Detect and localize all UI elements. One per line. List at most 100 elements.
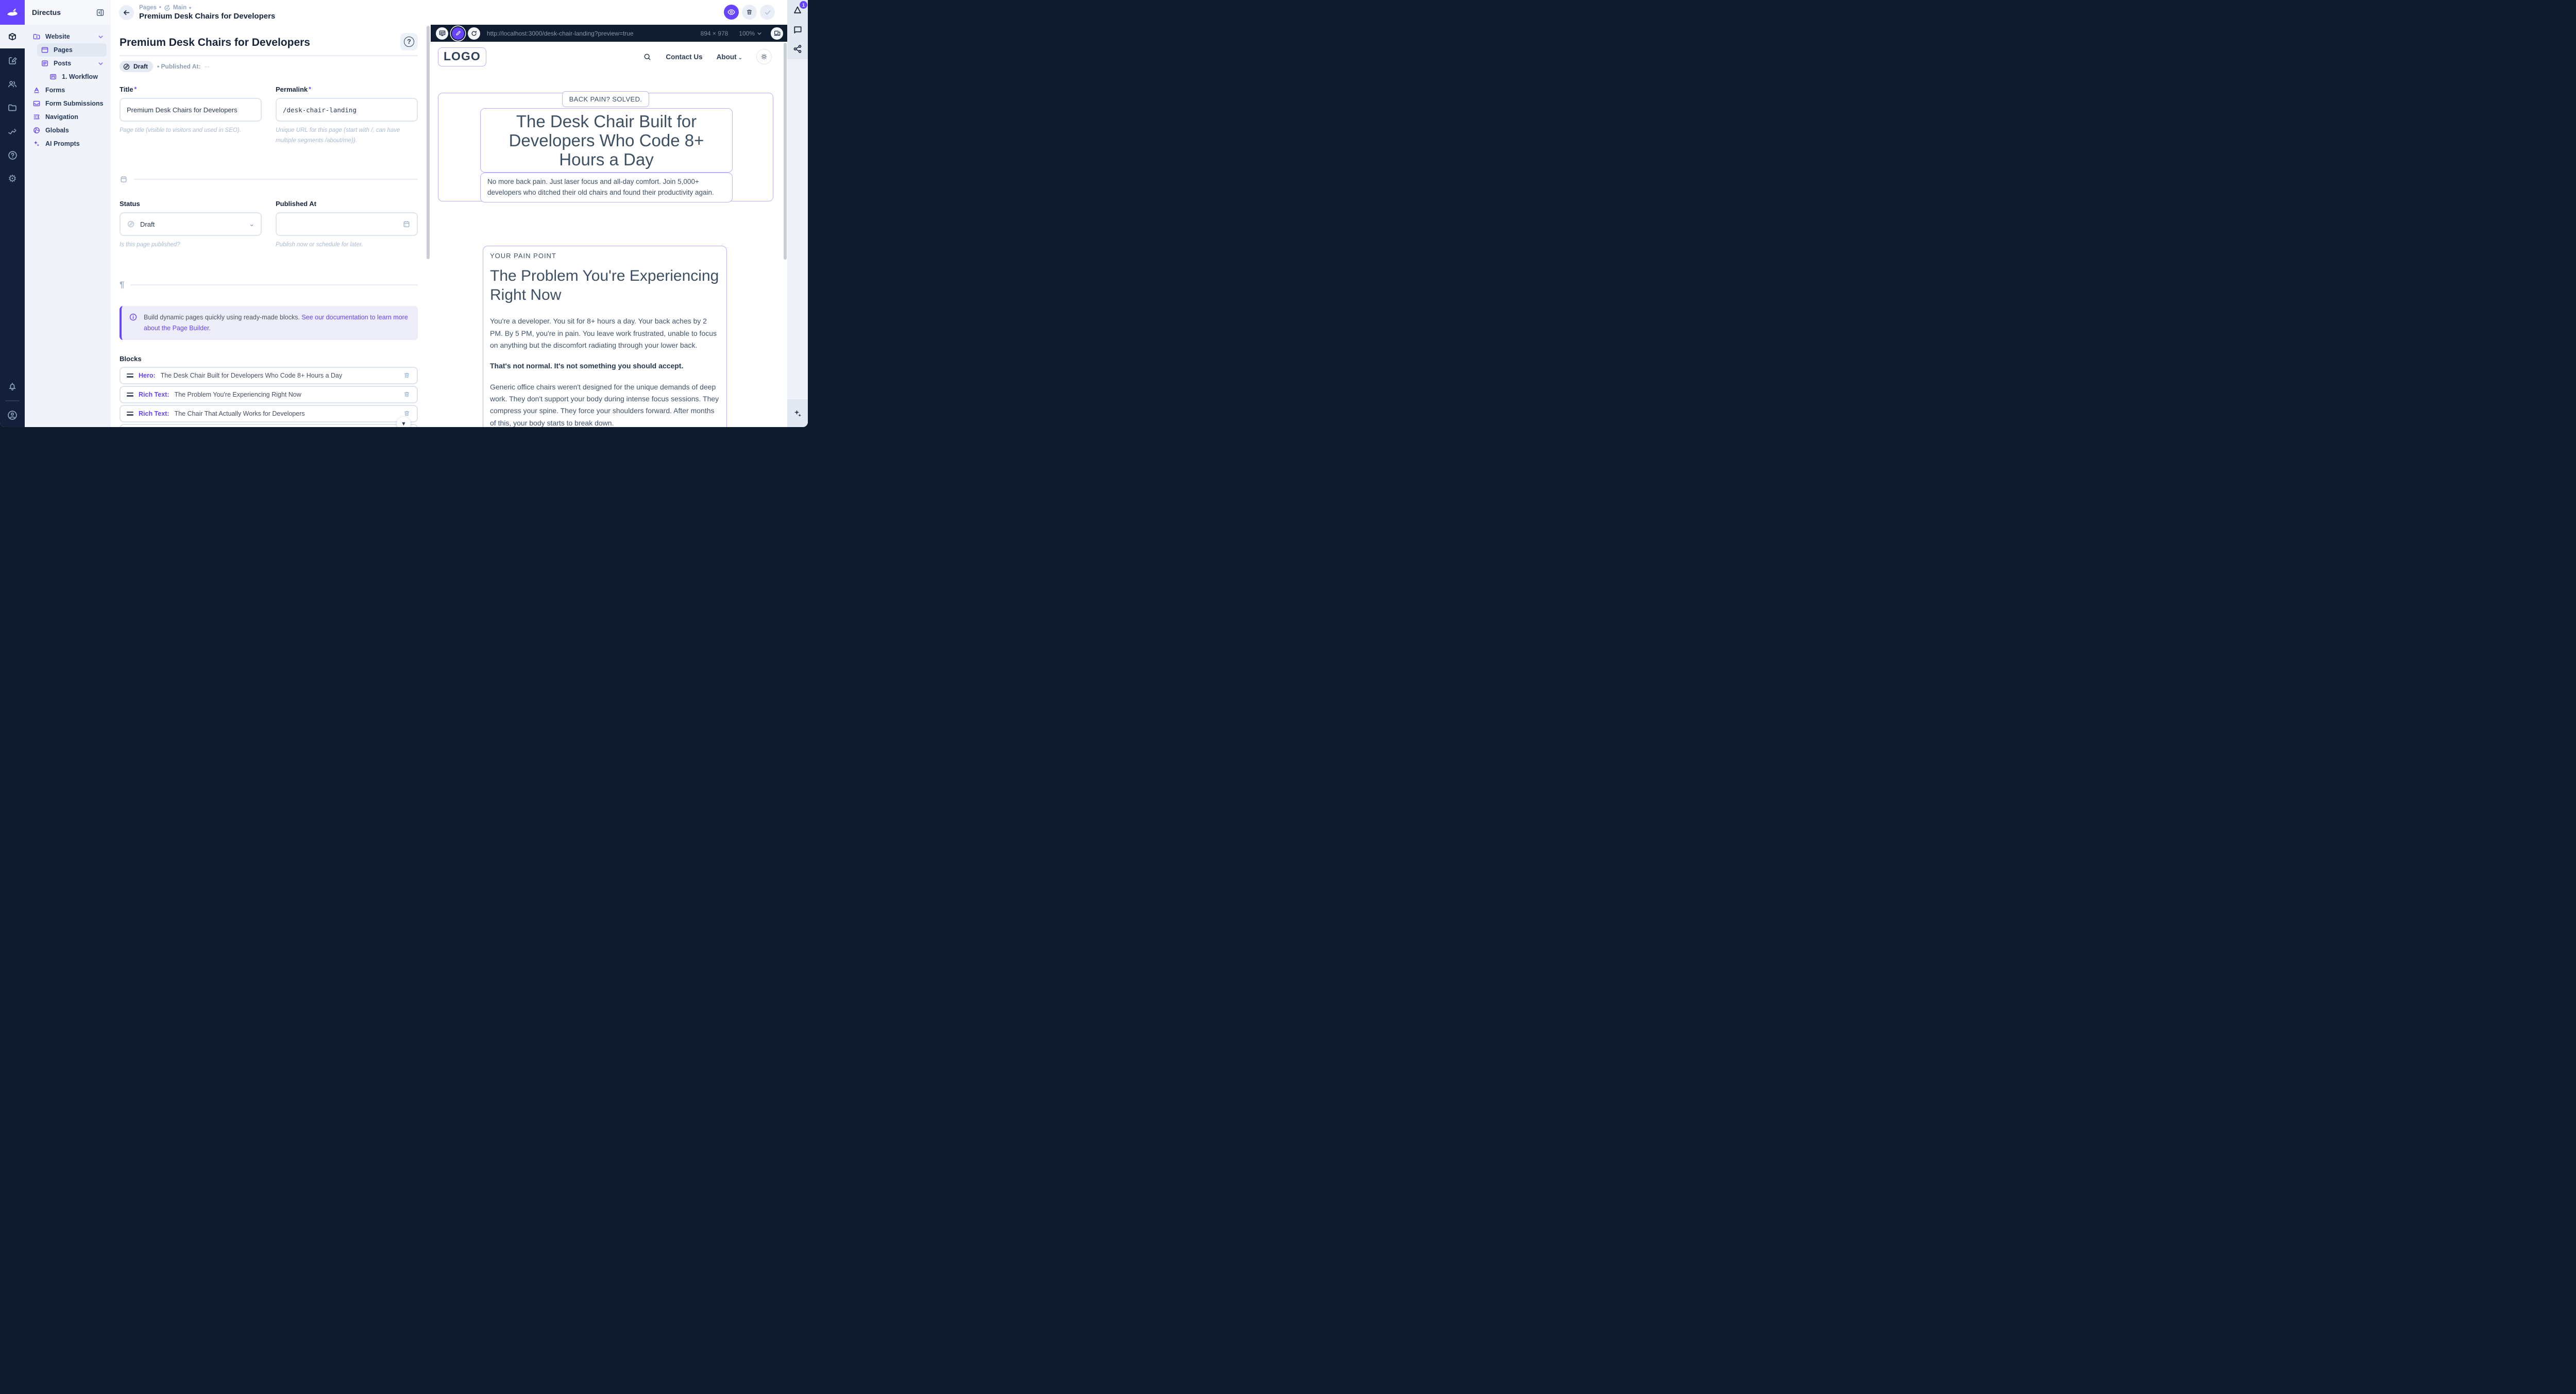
notifications-button[interactable]: 1 [792, 4, 803, 15]
project-name: Directus [32, 8, 96, 16]
title-input[interactable]: Premium Desk Chairs for Developers [120, 98, 262, 122]
status-field-group: Status Draft ⌄ Is this page published? [120, 200, 262, 250]
check-icon [764, 8, 772, 16]
help-button[interactable]: ? [400, 33, 418, 50]
site-scrollbar[interactable] [784, 43, 787, 260]
sidebar-icon-group: 1 [787, 0, 808, 59]
status-chip[interactable]: Draft [120, 61, 153, 72]
module-bar-spacer [0, 191, 25, 375]
comment-bubble-icon [792, 24, 803, 35]
responsive-toggle-button[interactable] [771, 27, 783, 40]
hero-eyebrow[interactable]: BACK PAIN? SOLVED. [562, 91, 650, 107]
module-editor[interactable] [0, 48, 25, 72]
display-settings-button[interactable] [436, 27, 448, 40]
nav-item-ai-prompts[interactable]: AI Prompts [29, 137, 107, 150]
trash-icon[interactable] [403, 410, 411, 417]
breadcrumb-separator: • [159, 5, 161, 11]
trash-icon[interactable] [403, 390, 411, 398]
edit-mode-button[interactable] [452, 27, 464, 40]
ai-assistant-button[interactable] [787, 399, 808, 427]
section-bold-line: That's not normal. It's not something yo… [490, 360, 720, 372]
permalink-input[interactable]: /desk-chair-landing [276, 98, 418, 122]
site-nav-contact[interactable]: Contact Us [666, 53, 702, 61]
inbox-icon [32, 99, 41, 108]
save-button[interactable] [760, 5, 775, 20]
gear-icon: ⚙ [8, 174, 16, 184]
site-nav-about[interactable]: About⌄ [717, 53, 742, 61]
hero-subtext[interactable]: No more back pain. Just laser focus and … [480, 173, 733, 202]
nav-item-globals[interactable]: Globals [29, 124, 107, 137]
problem-section[interactable]: YOUR PAIN POINT The Problem You're Exper… [483, 246, 727, 427]
chevron-down-icon[interactable] [98, 34, 104, 40]
chevron-down-icon[interactable] [98, 61, 104, 66]
back-button[interactable] [119, 5, 134, 20]
share-button[interactable] [792, 44, 803, 54]
scroll-down-button[interactable]: ▼ [397, 417, 411, 427]
nav-item-label: AI Prompts [45, 140, 80, 147]
status-select[interactable]: Draft ⌄ [120, 212, 262, 236]
breadcrumb-branch[interactable]: Main [173, 5, 187, 11]
calendar-icon[interactable] [402, 220, 411, 228]
directus-logo[interactable] [0, 0, 25, 25]
nav-item-pages[interactable]: Pages [37, 43, 107, 57]
page-header: Pages • Main ▾ Premium Desk Chairs for D… [111, 0, 787, 25]
module-files[interactable] [0, 96, 25, 120]
calendar-icon [120, 175, 128, 183]
notifications-bell[interactable] [0, 375, 25, 398]
refresh-button[interactable] [468, 27, 480, 40]
title-helper: Page title (visible to visitors and used… [120, 125, 262, 135]
drag-handle-icon[interactable] [127, 412, 133, 416]
published-at-input[interactable] [276, 212, 418, 236]
blocks-list: Hero: The Desk Chair Built for Developer… [120, 367, 418, 427]
zoom-select[interactable]: 100% [739, 30, 762, 37]
trash-icon [745, 8, 753, 16]
preview-url[interactable]: http://localhost:3000/desk-chair-landing… [487, 30, 697, 37]
nav-item-navigation[interactable]: Navigation [29, 110, 107, 124]
nav-item-website[interactable]: Website [29, 30, 107, 43]
user-avatar[interactable] [0, 403, 25, 427]
divider-line [134, 179, 418, 180]
drag-handle-icon[interactable] [127, 393, 133, 397]
search-icon[interactable] [643, 53, 652, 61]
module-content[interactable] [0, 25, 25, 48]
site-logo[interactable]: LOGO [438, 47, 486, 66]
module-users[interactable] [0, 72, 25, 96]
avatar-icon [7, 410, 18, 421]
delete-button[interactable] [742, 5, 757, 20]
theme-toggle-button[interactable] [756, 49, 772, 64]
trash-icon[interactable] [403, 371, 411, 379]
content-box-icon [7, 31, 18, 42]
title-label: Title* [120, 86, 262, 94]
nav-item-label: Navigation [45, 113, 78, 121]
caret-down-icon[interactable]: ▾ [189, 6, 191, 10]
block-title: The Desk Chair Built for Developers Who … [161, 372, 343, 379]
site-nav: Contact Us About⌄ [643, 49, 772, 64]
hero-section[interactable]: BACK PAIN? SOLVED. The Desk Chair Built … [438, 93, 773, 201]
module-settings[interactable]: ⚙ [0, 167, 25, 191]
drag-handle-icon[interactable] [127, 373, 133, 378]
draft-circle-icon [127, 220, 135, 228]
form-scrollbar[interactable] [427, 26, 430, 259]
breadcrumb-collection[interactable]: Pages [139, 5, 157, 11]
status-select-value: Draft [140, 220, 155, 228]
eye-icon [727, 8, 736, 16]
nav-item-form-submissions[interactable]: Form Submissions [29, 97, 107, 110]
block-row[interactable]: Hero: The Desk Chair Built for Developer… [120, 367, 418, 384]
preview-toggle-button[interactable] [724, 5, 739, 20]
hero-headline[interactable]: The Desk Chair Built for Developers Who … [480, 108, 733, 173]
block-row[interactable]: Rich Text: The Chair That Actually Works… [120, 405, 418, 422]
status-chip-label: Draft [133, 63, 148, 70]
refresh-icon [470, 30, 478, 37]
block-type: Rich Text: [139, 410, 170, 417]
collapse-sidebar-icon[interactable] [96, 8, 105, 17]
block-row[interactable]: Rich Text: What Developers Say [120, 424, 418, 427]
block-row[interactable]: Rich Text: The Problem You're Experienci… [120, 386, 418, 403]
page-title: Premium Desk Chairs for Developers [120, 36, 310, 49]
module-help[interactable] [0, 143, 25, 167]
nav-item-posts[interactable]: Posts [37, 57, 107, 70]
nav-item-forms[interactable]: Forms [29, 83, 107, 97]
module-insights[interactable] [0, 120, 25, 143]
module-bar: ⚙ [0, 0, 25, 427]
nav-item-workflow[interactable]: 1. Workflow [45, 70, 107, 83]
comments-button[interactable] [792, 24, 803, 35]
